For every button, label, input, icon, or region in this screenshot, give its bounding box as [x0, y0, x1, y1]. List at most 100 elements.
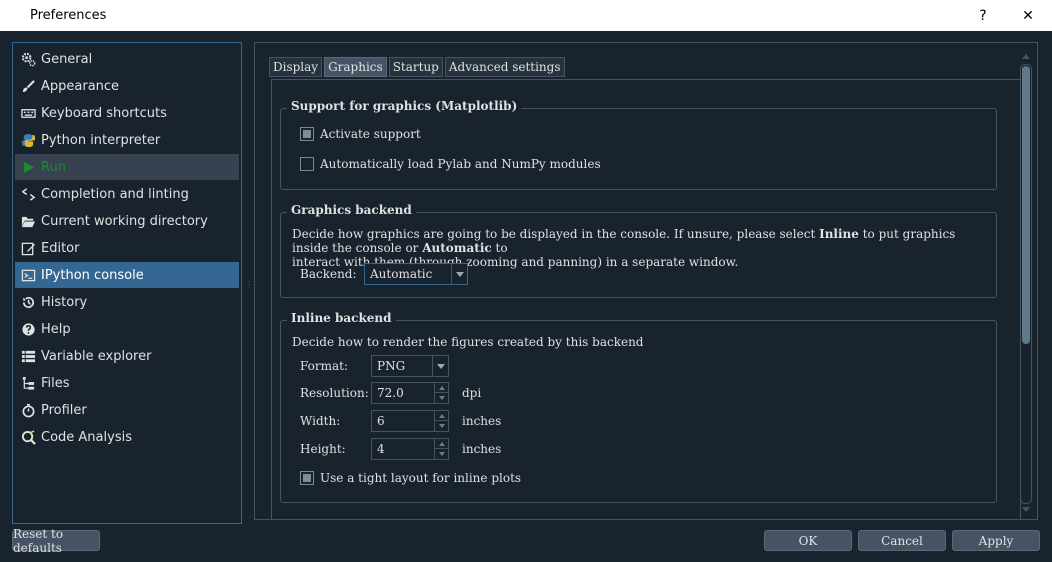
sidebar-item-run[interactable]: Run: [15, 154, 239, 180]
splitter-handle[interactable]: ⋮: [245, 280, 253, 289]
sidebar-item-current-working-directory[interactable]: Current working directory: [15, 208, 239, 234]
resolution-value: 72.0: [377, 386, 404, 400]
play-icon: [15, 160, 41, 175]
decrement-icon[interactable]: [434, 421, 448, 431]
sidebar-item-label: General: [41, 51, 93, 67]
increment-icon[interactable]: [434, 411, 448, 421]
close-button[interactable]: ✕: [1005, 0, 1051, 31]
paintbrush-icon: [15, 79, 41, 94]
checkbox-label: Activate support: [320, 127, 421, 141]
folder-open-icon: [15, 214, 41, 229]
resolution-unit: dpi: [462, 386, 482, 400]
sidebar-item-completion-and-linting[interactable]: Completion and linting: [15, 181, 239, 207]
group-title: Inline backend: [287, 311, 396, 325]
tab-graphics[interactable]: Graphics: [324, 57, 387, 77]
graphics-tab-content: Support for graphics (Matplotlib) Activa…: [271, 79, 1021, 520]
stopwatch-icon: [15, 403, 41, 418]
sidebar-item-label: Current working directory: [41, 213, 208, 229]
inline-backend-group: Inline backend Decide how to render the …: [280, 311, 997, 503]
checkbox-box[interactable]: [300, 127, 314, 141]
resolution-spinbox[interactable]: 72.0: [371, 382, 449, 404]
decrement-icon[interactable]: [434, 449, 448, 459]
height-label: Height:: [300, 442, 346, 456]
python-icon: [15, 133, 41, 148]
graphics-backend-group: Graphics backend Decide how graphics are…: [280, 203, 997, 298]
inline-description: Decide how to render the figures created…: [292, 335, 644, 349]
history-icon: [15, 295, 41, 310]
sidebar-item-label: Keyboard shortcuts: [41, 105, 167, 121]
sidebar-item-label: History: [41, 294, 88, 310]
sidebar-item-help[interactable]: Help: [15, 316, 239, 342]
width-spinbox[interactable]: 6: [371, 410, 449, 432]
sidebar-item-python-interpreter[interactable]: Python interpreter: [15, 127, 239, 153]
checkbox-label: Automatically load Pylab and NumPy modul…: [320, 157, 601, 171]
decrement-icon[interactable]: [434, 393, 448, 403]
format-value: PNG: [377, 359, 406, 373]
vertical-scrollbar[interactable]: [1018, 52, 1034, 516]
sidebar-item-code-analysis[interactable]: Code Analysis: [15, 424, 239, 450]
width-value: 6: [377, 414, 385, 428]
backend-value: Automatic: [370, 267, 433, 281]
height-spinbox[interactable]: 4: [371, 438, 449, 460]
sidebar-item-label: Completion and linting: [41, 186, 189, 202]
format-select[interactable]: PNG: [371, 355, 449, 377]
sidebar-item-profiler[interactable]: Profiler: [15, 397, 239, 423]
checkbox-box[interactable]: [300, 157, 314, 171]
files-icon: [15, 376, 41, 391]
settings-panel: Display Graphics Startup Advanced settin…: [254, 42, 1038, 520]
sidebar-item-label: Python interpreter: [41, 132, 161, 148]
group-title: Graphics backend: [287, 203, 416, 217]
table-icon: [15, 349, 41, 364]
sidebar-item-label: Variable explorer: [41, 348, 152, 364]
support-graphics-group: Support for graphics (Matplotlib) Activa…: [280, 99, 997, 190]
tab-bar: Display Graphics Startup Advanced settin…: [269, 57, 567, 77]
code-analysis-icon: [15, 429, 41, 445]
scroll-thumb[interactable]: [1022, 66, 1030, 344]
tight-layout-checkbox[interactable]: Use a tight layout for inline plots: [300, 471, 521, 485]
autoload-pylab-checkbox[interactable]: Automatically load Pylab and NumPy modul…: [300, 157, 601, 171]
terminal-icon: [15, 268, 41, 283]
keyboard-icon: [15, 106, 41, 121]
chevron-down-icon[interactable]: [432, 356, 448, 376]
increment-icon[interactable]: [434, 439, 448, 449]
completion-icon: [15, 187, 41, 202]
sidebar-item-label: Editor: [41, 240, 80, 256]
sidebar-item-label: Code Analysis: [41, 429, 132, 445]
tab-startup[interactable]: Startup: [388, 57, 443, 77]
question-icon: [15, 322, 41, 337]
preferences-sidebar: General Appearance Keyboard shortcuts Py…: [12, 42, 242, 524]
sidebar-item-history[interactable]: History: [15, 289, 239, 315]
sidebar-item-variable-explorer[interactable]: Variable explorer: [15, 343, 239, 369]
scroll-down-icon[interactable]: [1022, 507, 1030, 512]
help-button[interactable]: ?: [960, 0, 1006, 31]
height-value: 4: [377, 442, 385, 456]
backend-label: Backend:: [300, 267, 357, 281]
increment-icon[interactable]: [434, 383, 448, 393]
activate-support-checkbox[interactable]: Activate support: [300, 127, 421, 141]
cancel-button[interactable]: Cancel: [858, 530, 946, 551]
reset-to-defaults-button[interactable]: Reset to defaults: [12, 527, 100, 555]
sidebar-item-appearance[interactable]: Appearance: [15, 73, 239, 99]
sidebar-item-general[interactable]: General: [15, 46, 239, 72]
gear-icon: [15, 52, 41, 67]
title-bar: Preferences ? ✕: [0, 0, 1052, 31]
width-label: Width:: [300, 414, 341, 428]
sidebar-item-ipython-console[interactable]: IPython console: [15, 262, 239, 288]
sidebar-item-label: Run: [41, 159, 66, 175]
sidebar-item-files[interactable]: Files: [15, 370, 239, 396]
scroll-up-icon[interactable]: [1022, 54, 1030, 59]
tab-display[interactable]: Display: [269, 57, 323, 77]
tab-advanced-settings[interactable]: Advanced settings: [444, 57, 565, 77]
checkbox-box[interactable]: [300, 471, 314, 485]
sidebar-item-editor[interactable]: Editor: [15, 235, 239, 261]
chevron-down-icon[interactable]: [451, 264, 467, 284]
sidebar-item-label: Profiler: [41, 402, 87, 418]
backend-select[interactable]: Automatic: [364, 263, 468, 285]
sidebar-item-keyboard-shortcuts[interactable]: Keyboard shortcuts: [15, 100, 239, 126]
edit-icon: [15, 241, 41, 256]
ok-button[interactable]: OK: [764, 530, 852, 551]
sidebar-item-label: Files: [41, 375, 70, 391]
resolution-label: Resolution:: [300, 386, 369, 400]
width-unit: inches: [462, 414, 502, 428]
apply-button[interactable]: Apply: [952, 530, 1040, 551]
